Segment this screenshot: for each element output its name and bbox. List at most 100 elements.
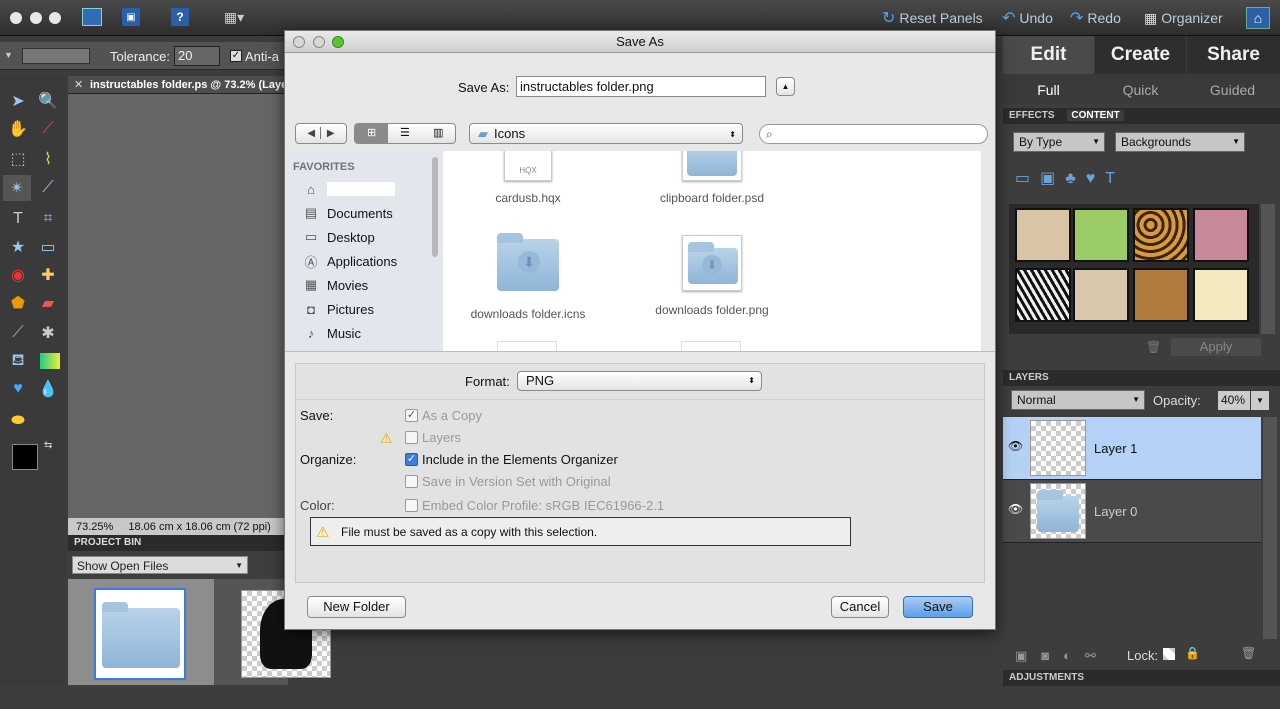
tab-share[interactable]: Share <box>1187 36 1280 74</box>
by-type-dropdown[interactable]: By Type <box>1013 132 1105 152</box>
filename-input[interactable]: instructables folder.png <box>516 76 766 97</box>
quick-selection-tool-icon[interactable]: ⟋ <box>35 175 61 201</box>
save-button[interactable]: Save <box>903 596 973 618</box>
redo-button[interactable]: ↷ Redo <box>1070 9 1121 27</box>
lock-transparency-icon[interactable] <box>1163 648 1175 660</box>
gradient-tool-icon[interactable] <box>40 353 60 369</box>
dialog-zoom-button[interactable] <box>332 36 344 48</box>
file-item[interactable]: ⬇ downloads folder.png <box>627 235 797 317</box>
sidebar-scrollbar[interactable] <box>432 157 438 257</box>
cancel-button[interactable]: Cancel <box>831 596 889 618</box>
tool-preset-dropdown[interactable]: ▼ <box>4 50 13 60</box>
sidebar-item-music[interactable]: ♪ Music <box>303 321 361 345</box>
eyedropper-tool-icon[interactable]: ⟋ <box>35 116 61 142</box>
blur-tool-icon[interactable]: 💧 <box>35 376 61 402</box>
zoom-tool-icon[interactable]: 🔍 <box>35 88 61 114</box>
content-type-icons[interactable]: ▭▣♣♥T <box>1015 168 1125 188</box>
format-dropdown[interactable]: PNG ⬍ <box>517 371 762 391</box>
opacity-input[interactable]: 40% <box>1218 391 1250 410</box>
icon-view-icon[interactable]: ⊞ <box>355 124 389 143</box>
content-scrollbar[interactable] <box>1261 204 1275 334</box>
recompose-tool-icon[interactable]: ▭ <box>35 234 61 260</box>
new-file-icon[interactable] <box>82 8 102 26</box>
thumb-zebra[interactable] <box>1015 268 1071 322</box>
tab-edit[interactable]: Edit <box>1003 36 1094 74</box>
collapse-browser-button[interactable]: ▲ <box>776 77 795 96</box>
sidebar-item-documents[interactable]: ▤ Documents <box>303 201 393 225</box>
visibility-eye-icon[interactable]: 👁 <box>1008 502 1023 516</box>
sidebar-item-home[interactable]: ⌂ <box>303 177 395 201</box>
back-forward-buttons[interactable]: ◀ │ ▶ <box>295 123 347 144</box>
tab-content[interactable]: CONTENT <box>1067 110 1124 121</box>
crop-tool-icon[interactable]: ⌗ <box>35 206 61 232</box>
magic-wand-tool-icon[interactable]: ✴ <box>3 175 31 201</box>
eraser-tool-icon[interactable]: ▰ <box>35 290 61 316</box>
close-document-icon[interactable]: ✕ <box>74 76 83 94</box>
sidebar-item-desktop[interactable]: ▭ Desktop <box>303 225 375 249</box>
as-a-copy-checkbox[interactable]: ✓ <box>405 409 418 422</box>
lasso-tool-icon[interactable]: ⌇ <box>35 146 61 172</box>
version-set-checkbox[interactable] <box>405 475 418 488</box>
zoom-level[interactable]: 73.25% <box>76 521 113 533</box>
move-tool-icon[interactable]: ➤ <box>5 88 31 114</box>
thumb-cartoon[interactable] <box>1073 208 1129 262</box>
list-view-icon[interactable]: ☰ <box>388 124 421 143</box>
layers-checkbox[interactable] <box>405 431 418 444</box>
project-bin-selector[interactable]: Show Open Files ▼ <box>72 556 248 574</box>
sidebar-item-pictures[interactable]: ◘ Pictures <box>303 297 374 321</box>
subtab-quick[interactable]: Quick <box>1095 76 1186 102</box>
marquee-tool-icon[interactable]: ⬚ <box>5 146 31 172</box>
thumb-leopard[interactable] <box>1133 208 1189 262</box>
embed-profile-checkbox[interactable] <box>405 499 418 512</box>
layer-row-layer-1[interactable]: 👁 Layer 1 <box>1003 417 1261 480</box>
type-tool-icon[interactable]: T <box>5 206 31 232</box>
sidebar-item-applications[interactable]: Ⓐ Applications <box>303 249 397 273</box>
blend-mode-dropdown[interactable]: Normal <box>1011 390 1145 410</box>
file-item[interactable]: ⬇ downloads folder.icns <box>443 233 613 321</box>
paint-bucket-tool-icon[interactable]: ⛾ <box>5 348 31 374</box>
thumb-africa-map[interactable] <box>1015 208 1071 262</box>
hand-tool-icon[interactable]: ✋ <box>5 116 31 142</box>
view-mode-buttons[interactable]: ⊞ ☰ ▥ <box>354 123 456 144</box>
dialog-minimize-button[interactable] <box>313 36 325 48</box>
open-file-thumbnail-folder[interactable] <box>94 588 186 680</box>
foreground-color-swatch[interactable] <box>12 444 38 470</box>
apply-button[interactable]: Apply <box>1171 338 1261 356</box>
file-item[interactable]: clipboard folder.psd <box>627 151 797 205</box>
thumb-europe-map[interactable] <box>1073 268 1129 322</box>
opacity-chevron-icon[interactable]: ▼ <box>1251 391 1269 410</box>
close-window-button[interactable] <box>10 12 22 24</box>
file-item[interactable]: HQX cardusb.hqx <box>443 151 613 205</box>
sponge-tool-icon[interactable]: ⬬ <box>5 408 31 434</box>
anti-alias-checkbox[interactable]: ✓ <box>230 50 242 62</box>
healing-brush-tool-icon[interactable]: ✚ <box>35 262 61 288</box>
thumb-cream[interactable] <box>1193 268 1249 322</box>
thumb-autumn[interactable] <box>1133 268 1189 322</box>
column-view-icon[interactable]: ▥ <box>422 124 455 143</box>
layer-action-icons[interactable]: ▣◙◐⚯ <box>1015 648 1110 664</box>
category-dropdown[interactable]: Backgrounds <box>1115 132 1245 152</box>
cookie-cutter-tool-icon[interactable]: ♥ <box>5 376 31 402</box>
canvas-area[interactable] <box>68 94 288 518</box>
smart-brush-tool-icon[interactable]: ✱ <box>35 320 61 346</box>
delete-layer-icon[interactable]: 🗑 <box>1241 646 1256 660</box>
arrange-layout-icon[interactable]: ▦▾ <box>219 8 249 26</box>
swap-colors-icon[interactable]: ⇆ <box>44 440 52 451</box>
shape-tool-icon[interactable]: ★ <box>5 234 31 260</box>
thumb-pink-texture[interactable] <box>1193 208 1249 262</box>
help-icon[interactable]: ? <box>171 8 189 26</box>
layer-row-layer-0[interactable]: 👁 Layer 0 <box>1003 480 1261 543</box>
clone-stamp-tool-icon[interactable]: ⬟ <box>5 290 31 316</box>
tab-create[interactable]: Create <box>1095 36 1186 74</box>
tab-effects[interactable]: EFFECTS <box>1009 110 1055 121</box>
layers-scrollbar[interactable] <box>1263 417 1277 639</box>
home-icon[interactable]: ⌂ <box>1246 7 1270 29</box>
sidebar-item-movies[interactable]: ▦ Movies <box>303 273 368 297</box>
lock-icon[interactable]: 🔒 <box>1185 646 1200 660</box>
trash-icon[interactable]: 🗑 <box>1146 340 1161 354</box>
search-input[interactable]: ⌕ <box>759 124 988 144</box>
location-dropdown[interactable]: ▰ Icons ⬍ <box>469 123 743 144</box>
new-folder-button[interactable]: New Folder <box>307 596 406 618</box>
reset-panels-button[interactable]: ↻ Reset Panels <box>882 9 983 27</box>
subtab-full[interactable]: Full <box>1003 76 1094 102</box>
